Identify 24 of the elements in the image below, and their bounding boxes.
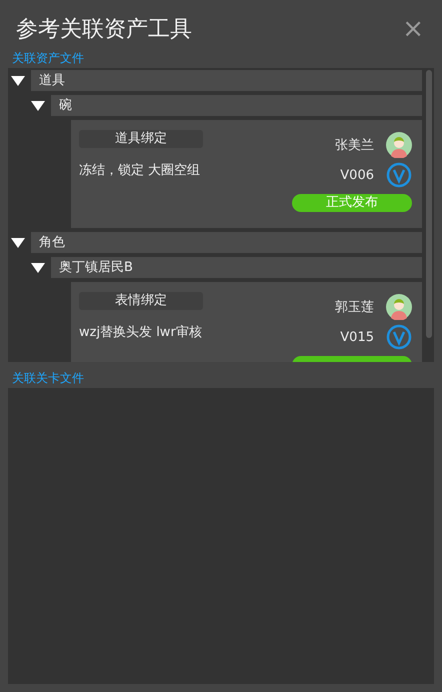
asset-row[interactable]: 碗 [51,95,422,116]
version-text: V015 [340,330,374,344]
user-name: 张美兰 [335,137,374,154]
asset-row[interactable]: 奥丁镇居民B [51,257,422,278]
tag-label: 表情绑定 [79,292,203,310]
expand-triangle-icon[interactable] [31,262,45,272]
note-text: wzj替换头发 lwr审核 [79,324,203,342]
avatar-icon [386,294,412,320]
avatar-icon [386,132,412,158]
scrollbar-thumb[interactable] [426,70,432,338]
version-v-icon [386,162,412,188]
expand-triangle-icon[interactable] [31,100,45,110]
tag-label: 道具绑定 [79,130,203,148]
user-name: 郭玉莲 [335,299,374,316]
category-row[interactable]: 角色 [31,232,422,253]
expand-triangle-icon[interactable] [11,238,25,248]
note-text: 冻结，锁定 大圈空组 [79,162,202,180]
section-label: 关联关卡文件 [11,370,85,386]
section-label: 关联资产文件 [11,50,85,66]
expand-triangle-icon[interactable] [11,76,25,86]
window-title: 参考关联资产工具 [16,16,192,44]
category-row[interactable]: 道具 [31,70,422,91]
version-v-icon [386,324,412,350]
version-text: V006 [340,168,374,182]
